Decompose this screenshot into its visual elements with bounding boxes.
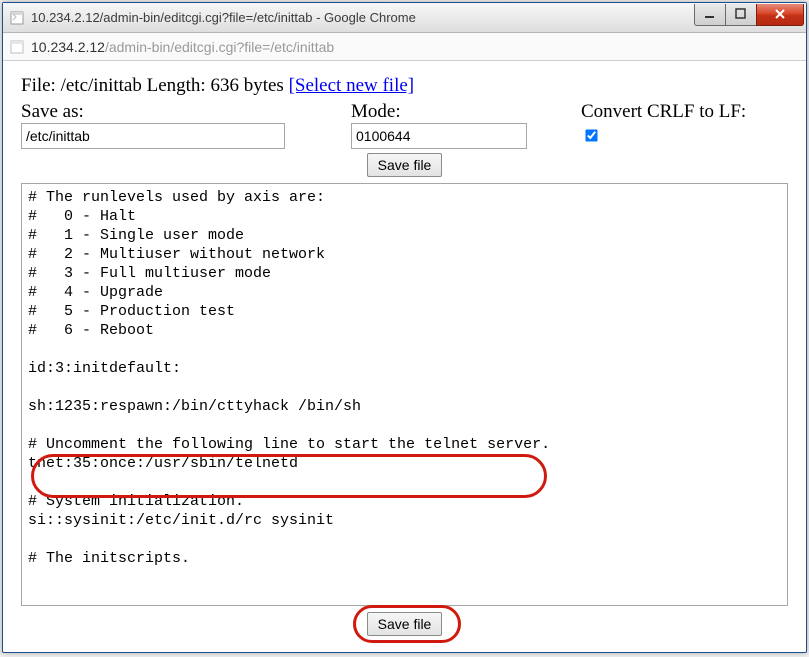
file-editor-textarea[interactable] (21, 183, 788, 606)
length-value: 636 bytes (210, 75, 288, 96)
file-prefix: File: (21, 75, 61, 96)
url-favicon (9, 39, 25, 55)
window-buttons (695, 4, 804, 26)
top-save-row: Save file (21, 153, 788, 177)
window-title: 10.234.2.12/admin-bin/editcgi.cgi?file=/… (31, 10, 695, 25)
maximize-button[interactable] (725, 4, 757, 26)
save-file-button-top[interactable]: Save file (367, 153, 443, 177)
save-file-button-bottom[interactable]: Save file (367, 612, 443, 636)
url-path: /admin-bin/editcgi.cgi?file=/etc/inittab (105, 39, 334, 55)
page-content: File: /etc/inittab Length: 636 bytes [Se… (3, 61, 806, 652)
form-row: Save as: Mode: Convert CRLF to LF: (21, 101, 788, 149)
url-text: 10.234.2.12/admin-bin/editcgi.cgi?file=/… (31, 39, 334, 55)
crlf-label: Convert CRLF to LF: (581, 101, 746, 123)
window-titlebar: 10.234.2.12/admin-bin/editcgi.cgi?file=/… (3, 3, 806, 33)
mode-label: Mode: (351, 101, 581, 123)
page-favicon (9, 10, 25, 26)
browser-window: 10.234.2.12/admin-bin/editcgi.cgi?file=/… (2, 2, 807, 653)
select-new-file-link[interactable]: [Select new file] (289, 75, 415, 96)
url-host: 10.234.2.12 (31, 39, 105, 55)
file-path: /etc/inittab (61, 75, 142, 96)
editor-wrap (21, 183, 788, 606)
minimize-button[interactable] (694, 4, 726, 26)
mode-input[interactable] (351, 123, 527, 149)
save-as-input[interactable] (21, 123, 285, 149)
close-button[interactable] (756, 4, 804, 26)
file-info-line: File: /etc/inittab Length: 636 bytes [Se… (21, 75, 788, 97)
save-as-col: Save as: (21, 101, 351, 149)
crlf-checkbox[interactable] (585, 129, 597, 141)
mode-col: Mode: (351, 101, 581, 149)
address-bar[interactable]: 10.234.2.12/admin-bin/editcgi.cgi?file=/… (3, 33, 806, 61)
bottom-save-row: Save file (21, 612, 788, 636)
crlf-col: Convert CRLF to LF: (581, 101, 788, 149)
save-as-label: Save as: (21, 101, 351, 123)
length-label: Length: (142, 75, 211, 96)
